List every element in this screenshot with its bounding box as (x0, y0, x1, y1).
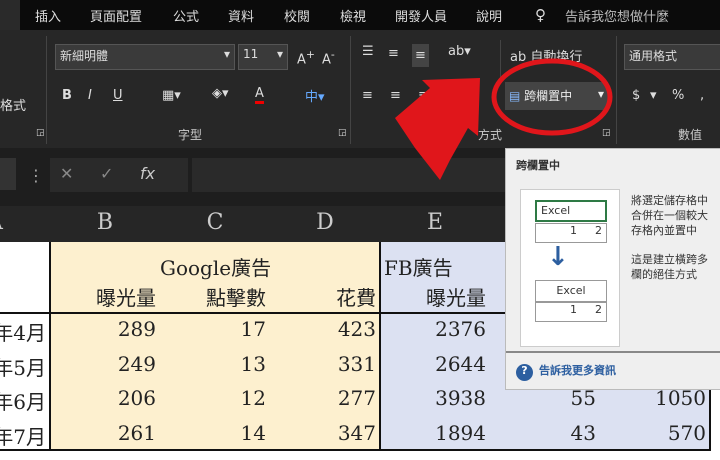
help-icon: ? (516, 364, 533, 381)
demo-cell-after: Excel (535, 280, 607, 302)
arrow-down-icon: ↓ (547, 242, 569, 272)
desc-line: 這是建立橫跨多 (631, 253, 708, 266)
tooltip-description: 將選定儲存格中 合併在一個較大 存格內並置中 這是建立橫跨多 欄的絕佳方式 (631, 193, 708, 282)
desc-line: 存格內並置中 (631, 224, 697, 237)
tell-me-more-label: 告訴我更多資訊 (539, 364, 616, 377)
tell-me-more-link[interactable]: ? 告訴我更多資訊 (516, 362, 616, 381)
demo-row-after: 12 (535, 302, 607, 322)
desc-line: 合併在一個較大 (631, 209, 708, 222)
red-circle-annotation (491, 58, 613, 136)
merge-center-tooltip: 跨欄置中 Excel 12 ↓ Excel 12 將選定儲存格中 合併在一個較大… (505, 148, 720, 390)
demo-value: 1 (570, 303, 577, 316)
demo-value: 1 (570, 224, 577, 237)
tooltip-illustration: Excel 12 ↓ Excel 12 (520, 189, 620, 347)
demo-row-before: 12 (535, 223, 607, 243)
tooltip-title: 跨欄置中 (516, 159, 560, 172)
desc-line: 將選定儲存格中 (631, 194, 708, 207)
demo-cell-before: Excel (535, 200, 607, 222)
divider (506, 351, 720, 353)
demo-value: 2 (595, 303, 602, 316)
demo-value: 2 (595, 224, 602, 237)
desc-line: 欄的絕佳方式 (631, 268, 697, 281)
red-arrow-annotation (395, 78, 480, 180)
